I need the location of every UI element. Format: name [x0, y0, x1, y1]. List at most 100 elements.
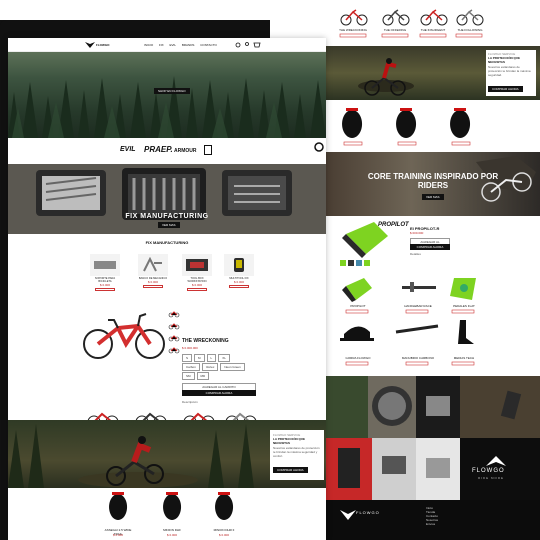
fix-product-card-3[interactable]: TOOL BOX WORKSTATION $ 0.000 [182, 254, 212, 291]
color-option-2[interactable]: Vortex [201, 363, 219, 371]
footer-link-5[interactable]: Envíos [426, 522, 438, 526]
ride-promo-title: LA PROTECCIÓN QUE NECESITAS [273, 437, 306, 445]
fix-buy-button-2[interactable] [143, 285, 163, 288]
back-bike-name-2: THE OFFERING [383, 28, 407, 32]
back-product-brand: PROPILOT [378, 222, 409, 228]
back-core-button[interactable]: VER MAS [422, 194, 444, 200]
search-icon[interactable] [235, 42, 241, 48]
color-option-3[interactable]: Neon Green [220, 363, 245, 371]
tire-card-1-image[interactable] [109, 492, 128, 520]
device-frame-edge [0, 20, 8, 540]
featured-title: THE WRECKONING [182, 338, 229, 344]
option-selector: SM MD [182, 372, 210, 380]
brand-praep-logo[interactable]: PRAEP. [144, 145, 173, 154]
back-page: THE WRECKONING THE OFFERING THE INSURGEN… [326, 0, 540, 540]
size-option-s[interactable]: S [182, 354, 193, 362]
footer-logo-icon [340, 510, 356, 520]
tire-card-2-image[interactable] [163, 492, 182, 520]
featured-thumb-4[interactable] [168, 347, 180, 354]
option-1[interactable]: SM [182, 372, 195, 380]
nav-icons [235, 42, 261, 48]
brand-armour-logo[interactable]: ARMOUR [174, 148, 197, 154]
flowgo-logo-icon[interactable] [84, 41, 96, 49]
gallery-tagline: RIDE MORE [478, 476, 505, 480]
back-promo-title: LA PROTECCIÓN QUE NECESITAS [488, 56, 521, 64]
fix-banner-button[interactable]: VER MAS [158, 222, 180, 228]
color-selector: Carbon Vortex Neon Green [182, 363, 245, 371]
device-frame-top [0, 20, 270, 38]
cart-icon[interactable] [253, 42, 261, 48]
size-option-l[interactable]: L [206, 354, 217, 362]
back-tire-2[interactable] [396, 108, 417, 138]
size-option-m[interactable]: M [194, 354, 205, 362]
fix-buy-button-4[interactable] [229, 285, 249, 288]
featured-thumb-1[interactable] [168, 311, 180, 318]
front-page: FLOWGO INICIO FIX EVIL BRANDS CONTACTO S… [8, 38, 326, 540]
featured-thumb-2[interactable] [168, 323, 180, 330]
fix-product-card-1[interactable]: SOPORTE PARA BICICLETA $ 0.000 [90, 254, 120, 291]
back-bikes-row: THE WRECKONING THE OFFERING THE INSURGEN… [326, 0, 540, 46]
featured-bike-image[interactable] [80, 304, 170, 364]
back-bike-buy-3[interactable] [419, 33, 447, 38]
back-grid-item-2[interactable] [402, 282, 436, 292]
back-bike-4[interactable] [456, 9, 484, 26]
back-grid-item-1[interactable] [342, 278, 372, 302]
user-icon[interactable] [245, 42, 249, 46]
back-grid-item-4[interactable] [340, 326, 374, 341]
back-grid-name-3: PEDALES FLAT [453, 304, 475, 308]
back-tire-3[interactable] [450, 108, 471, 138]
back-grid-name-4: GORRA FLOWGO [345, 356, 371, 360]
fix-buy-button-3[interactable] [187, 288, 207, 291]
description-label[interactable]: Descripción [182, 400, 198, 404]
hero-shop-button[interactable]: SHOP EN FLOWGO [154, 88, 190, 94]
fix-buy-button-1[interactable] [95, 288, 115, 291]
option-2[interactable]: MD [196, 372, 210, 380]
back-grid-item-6[interactable] [458, 320, 474, 344]
back-product-buy[interactable]: COMPRAR AHORA [410, 244, 450, 250]
ride-promo-button[interactable]: COMPRAR AHORA [273, 467, 308, 473]
color-option-1[interactable]: Carbon [182, 363, 200, 371]
back-bike-buy-1[interactable] [339, 33, 367, 38]
nav-link-fix[interactable]: FIX [159, 43, 164, 47]
size-option-xl[interactable]: XL [218, 354, 230, 362]
back-grid-item-3[interactable] [450, 278, 476, 300]
ride-promo-card: FLOWGO SERVICE LA PROTECCIÓN QUE NECESIT… [270, 430, 324, 480]
featured-thumb-3[interactable] [168, 335, 180, 342]
nav-link-contacto[interactable]: CONTACTO [200, 43, 217, 47]
back-grid-name-5: MANUBRIO CARBONO [401, 356, 435, 360]
tire-card-3-image[interactable] [215, 492, 234, 520]
back-bike-buy-2[interactable] [381, 33, 409, 38]
back-tire-1[interactable] [342, 108, 363, 138]
fix-product-card-4[interactable]: MULTITOOL FIX $ 0.000 [224, 254, 254, 288]
ride-promo-text: Nuestros estándares de protección te bri… [273, 446, 320, 458]
buy-now-button[interactable]: COMPRAR AHORA [182, 390, 256, 396]
nav-link-evil[interactable]: EVIL [170, 43, 177, 47]
nav-links: INICIO FIX EVIL BRANDS CONTACTO [144, 43, 222, 47]
ride-banner: FLOWGO SERVICE LA PROTECCIÓN QUE NECESIT… [8, 420, 326, 488]
tire-card-3-name: MINION DHR II [213, 528, 235, 532]
back-grid-item-5[interactable] [395, 324, 439, 334]
back-bike-2[interactable] [382, 9, 410, 26]
gallery-tile-4[interactable] [460, 376, 540, 438]
chat-icon[interactable] [314, 142, 324, 152]
nav-link-brands[interactable]: BRANDS [182, 43, 195, 47]
nav-logo-text[interactable]: FLOWGO [96, 43, 110, 47]
back-footer: FLOWGO Inicio Tienda Contacto Nosotros E… [326, 500, 540, 540]
back-bike-3[interactable] [420, 9, 448, 26]
brand-box-logo[interactable] [204, 145, 212, 155]
tires-row-svg [109, 492, 234, 520]
mockup-stage: THE WRECKONING THE OFFERING THE INSURGEN… [0, 0, 540, 540]
tire-card-3-price: $ 0.000 [218, 533, 229, 537]
gallery-tile-1[interactable] [326, 376, 368, 438]
nav-link-inicio[interactable]: INICIO [144, 43, 153, 47]
back-promo-button[interactable]: COMPRAR AHORA [488, 86, 523, 92]
featured-thumbs [168, 310, 180, 359]
back-product-thumbs[interactable] [340, 260, 370, 266]
fix-products-section: FIX MANUFACTURING SOPORTE PARA BICICLETA… [8, 234, 326, 420]
fix-product-card-2[interactable]: BANCO DE MECANICO $ 0.000 [138, 254, 168, 288]
back-bike-name-4: THE FOLLOWING [457, 28, 483, 32]
brand-evil-logo[interactable]: EVIL [120, 146, 136, 153]
back-gallery-svg [326, 376, 540, 500]
back-bike-buy-4[interactable] [455, 33, 483, 38]
back-bike-1[interactable] [340, 9, 368, 26]
